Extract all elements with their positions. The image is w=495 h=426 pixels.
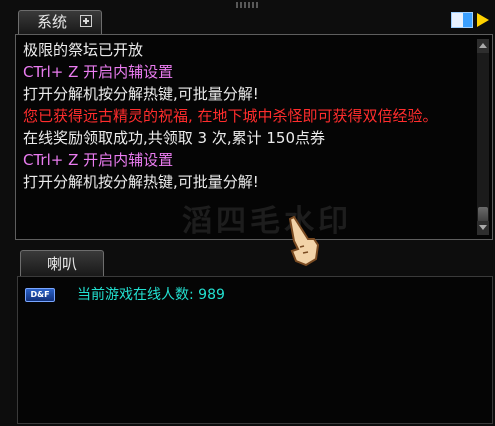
online-count-text: 当前游戏在线人数: 989 (77, 287, 225, 303)
arrow-icon[interactable] (477, 13, 489, 27)
message-line: 您已获得远古精灵的祝福, 在地下城中杀怪即可获得双倍经验。 (23, 107, 438, 125)
hand-cursor-icon (288, 215, 320, 267)
tab-system-label: 系统 (37, 13, 68, 31)
scrollbar[interactable] (477, 39, 489, 235)
scroll-up-icon[interactable] (477, 39, 489, 53)
speaker-panel: D&F 当前游戏在线人数: 989 (17, 276, 493, 424)
message-list: 极限的祭坛已开放 CTrl+ Z 开启内辅设置 打开分解机按分解热键,可批量分解… (23, 39, 471, 193)
scroll-down-icon[interactable] (477, 221, 489, 235)
tab-speaker-label: 喇叭 (47, 255, 78, 273)
tab-system[interactable]: 系统 (18, 10, 102, 34)
plus-icon[interactable] (80, 15, 92, 27)
drag-handle[interactable] (236, 2, 260, 8)
df-icon: D&F (25, 288, 55, 302)
message-line: 打开分解机按分解热键,可批量分解! (23, 173, 259, 191)
window-controls (451, 12, 491, 28)
message-line: CTrl+ Z 开启内辅设置 (23, 63, 174, 81)
message-line: 打开分解机按分解热键,可批量分解! (23, 85, 259, 103)
tab-speaker[interactable]: 喇叭 (20, 250, 104, 276)
message-line: CTrl+ Z 开启内辅设置 (23, 151, 174, 169)
message-line: 极限的祭坛已开放 (23, 41, 144, 59)
message-line: 在线奖励领取成功,共领取 3 次,累计 150点券 (23, 129, 326, 147)
watermark: 滔四毛水印 (182, 204, 352, 239)
window-icon[interactable] (451, 12, 473, 28)
